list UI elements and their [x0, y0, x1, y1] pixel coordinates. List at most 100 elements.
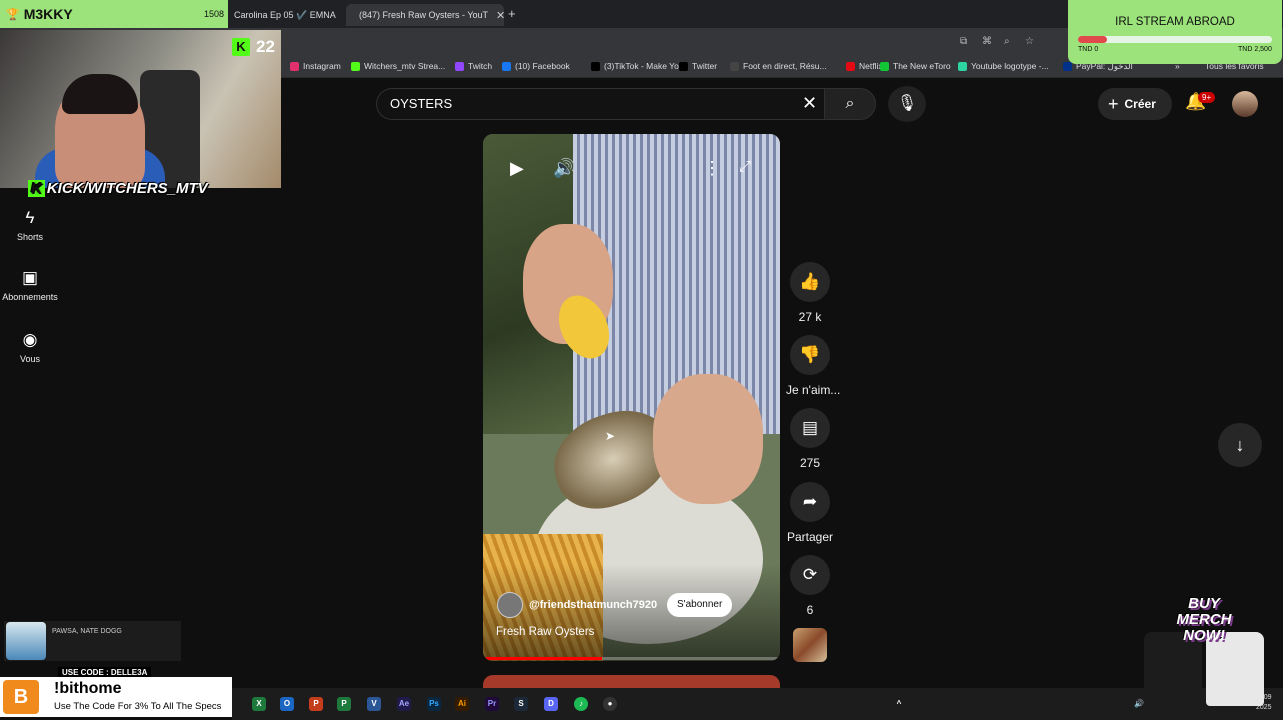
excel-icon[interactable]: X	[252, 697, 266, 711]
goal-progress-fill	[1078, 36, 1108, 43]
search-button[interactable]: ⌕	[824, 88, 876, 120]
bookmark-label: Twitter	[692, 61, 718, 71]
translate-icon[interactable]: ⌘	[982, 36, 992, 47]
discord-icon[interactable]: D	[544, 697, 558, 711]
notifications-badge: 9+	[1198, 92, 1216, 103]
browser-tab[interactable]: Carolina Ep 05 ✔️ EMNA ✕	[226, 4, 344, 26]
viewer-count: 22	[256, 37, 275, 56]
bookmark-favicon-icon	[591, 61, 600, 71]
comments-button[interactable]: ▤ 275	[786, 408, 834, 472]
bookmark-label: Foot en direct, Résu...	[743, 61, 827, 71]
zoom-icon[interactable]: ⌕	[1004, 36, 1010, 47]
mouse-cursor-icon: ➤	[605, 429, 616, 443]
sidebar-item-you[interactable]: ◉ Vous	[0, 330, 60, 364]
close-tab-icon[interactable]: ✕	[336, 9, 345, 22]
remix-icon: ⟳	[790, 555, 830, 595]
share-icon: ➦	[790, 482, 830, 522]
bookmark-item[interactable]: Witchers_mtv Strea...	[351, 61, 445, 71]
video-progress-fill	[483, 657, 602, 660]
bookmark-favicon-icon	[679, 61, 688, 71]
bookmark-favicon-icon	[846, 61, 855, 71]
new-tab-icon[interactable]: +	[508, 6, 516, 21]
tray-arrow-icon[interactable]: ^	[892, 697, 906, 711]
photoshop-icon[interactable]: Ps	[427, 697, 441, 711]
bookmark-favicon-icon	[880, 61, 889, 71]
search-input[interactable]: OYSTERS	[390, 96, 452, 111]
voice-search-button[interactable]: 🎙	[888, 86, 926, 122]
sidebar-item-label: Shorts	[16, 232, 43, 242]
install-app-icon[interactable]: ⧉	[960, 36, 967, 47]
kick-viewer-count: K 22	[232, 36, 275, 58]
visio-icon[interactable]: V	[367, 697, 381, 711]
streamer-name: M3KKY	[23, 6, 73, 22]
music-artist: PAWSA, NATE DOGG	[52, 628, 122, 635]
next-video-button[interactable]: ↓	[1218, 423, 1262, 467]
bookmark-item[interactable]: Twitter	[679, 61, 717, 71]
powerpoint-icon[interactable]: P	[309, 697, 323, 711]
bookmark-star-icon[interactable]: ☆	[1025, 36, 1034, 47]
sponsor-banner: B !bithome Use The Code For 3% To All Th…	[0, 677, 232, 717]
bookmark-item[interactable]: Twitch	[455, 61, 492, 71]
obs-icon[interactable]: ●	[603, 697, 617, 711]
share-button[interactable]: ➦ Partager	[786, 482, 834, 546]
dislike-label: Je n'aim...	[786, 383, 841, 397]
promo-text: Use The Code For 3% To All The Specs	[54, 701, 222, 712]
bookmark-item[interactable]: Youtube logotype -...	[958, 61, 1049, 71]
channel-avatar[interactable]	[497, 592, 523, 618]
subscribe-button[interactable]: S'abonner	[667, 593, 733, 617]
close-tab-icon[interactable]: ✕	[488, 9, 504, 22]
like-button[interactable]: 👍 27 k	[786, 262, 834, 326]
sidebar-item-label: Vous	[19, 354, 41, 364]
play-icon[interactable]: ▶	[510, 158, 524, 179]
video-progress-bar[interactable]	[483, 657, 780, 660]
project-icon[interactable]: P	[337, 697, 351, 711]
bookmark-item[interactable]: Netflix	[846, 61, 883, 71]
donation-goal-widget: IRL STREAM ABROAD TND 0 TND 2,500	[1068, 0, 1282, 64]
illustrator-icon[interactable]: Ai	[455, 697, 469, 711]
remix-button[interactable]: ⟳ 6	[786, 555, 834, 619]
next-short-preview[interactable]	[483, 675, 780, 689]
microphone-icon: 🎙	[896, 95, 918, 112]
bookmark-item[interactable]: Instagram	[290, 61, 341, 71]
video-overlay-gradient	[483, 564, 780, 661]
spotify-icon[interactable]: ♪	[574, 697, 588, 711]
sound-thumbnail[interactable]	[793, 628, 827, 662]
bookmark-favicon-icon	[958, 61, 967, 71]
bookmark-item[interactable]: The New eToro	[880, 61, 951, 71]
after-effects-icon[interactable]: Ae	[397, 697, 411, 711]
sidebar-item-shorts[interactable]: ϟ Shorts	[0, 208, 60, 242]
plus-icon: +	[1108, 93, 1119, 114]
share-label: Partager	[786, 530, 834, 544]
video-title[interactable]: Fresh Raw Oysters	[496, 626, 594, 638]
bookmark-label: The New eToro	[893, 61, 951, 71]
sidebar-item-subscriptions[interactable]: ▣ Abonnements	[0, 268, 60, 302]
fullscreen-icon[interactable]: ⤢	[739, 158, 751, 175]
short-video-player[interactable]: ▶ 🔊 ⋮ ⤢ @friendsthatmunch7920 S'abonner …	[483, 134, 780, 661]
dislike-button[interactable]: 👎 Je n'aim...	[786, 335, 840, 399]
outlook-icon[interactable]: O	[280, 697, 294, 711]
volume-icon[interactable]: 🔊	[553, 158, 575, 179]
clear-search-icon[interactable]: ✕	[802, 93, 817, 114]
bookmark-item[interactable]: (10) Facebook	[502, 61, 570, 71]
premiere-icon[interactable]: Pr	[485, 697, 499, 711]
video-frame-hand	[653, 374, 763, 504]
kick-channel-banner: K KICK/WITCHERS_MTV	[28, 180, 208, 197]
bookmark-favicon-icon	[730, 61, 739, 71]
tab-label: Carolina Ep 05 ✔️ EMNA	[234, 9, 336, 20]
account-avatar[interactable]	[1232, 91, 1258, 117]
steam-icon[interactable]: S	[514, 697, 528, 711]
kick-logo-icon: K	[232, 38, 250, 56]
browser-tab-active[interactable]: (847) Fresh Raw Oysters - YouT ✕	[346, 4, 504, 26]
bookmark-item[interactable]: Foot en direct, Résu...	[730, 61, 827, 71]
promo-command: !bithome	[54, 680, 122, 697]
goal-title: IRL STREAM ABROAD	[1115, 16, 1235, 28]
now-playing-widget: PAWSA, NATE DOGG	[4, 621, 181, 661]
channel-name[interactable]: @friendsthatmunch7920	[529, 599, 657, 611]
merch-label: BUY MERCH NOW!	[1176, 595, 1232, 644]
more-options-icon[interactable]: ⋮	[703, 158, 721, 179]
remix-count: 6	[806, 603, 814, 617]
bookmark-label: Youtube logotype -...	[971, 61, 1049, 71]
bookmark-item[interactable]: (3)TikTok - Make Yo...	[591, 61, 686, 71]
create-button[interactable]: + Créer	[1098, 88, 1172, 120]
thumbs-down-icon: 👎	[790, 335, 830, 375]
